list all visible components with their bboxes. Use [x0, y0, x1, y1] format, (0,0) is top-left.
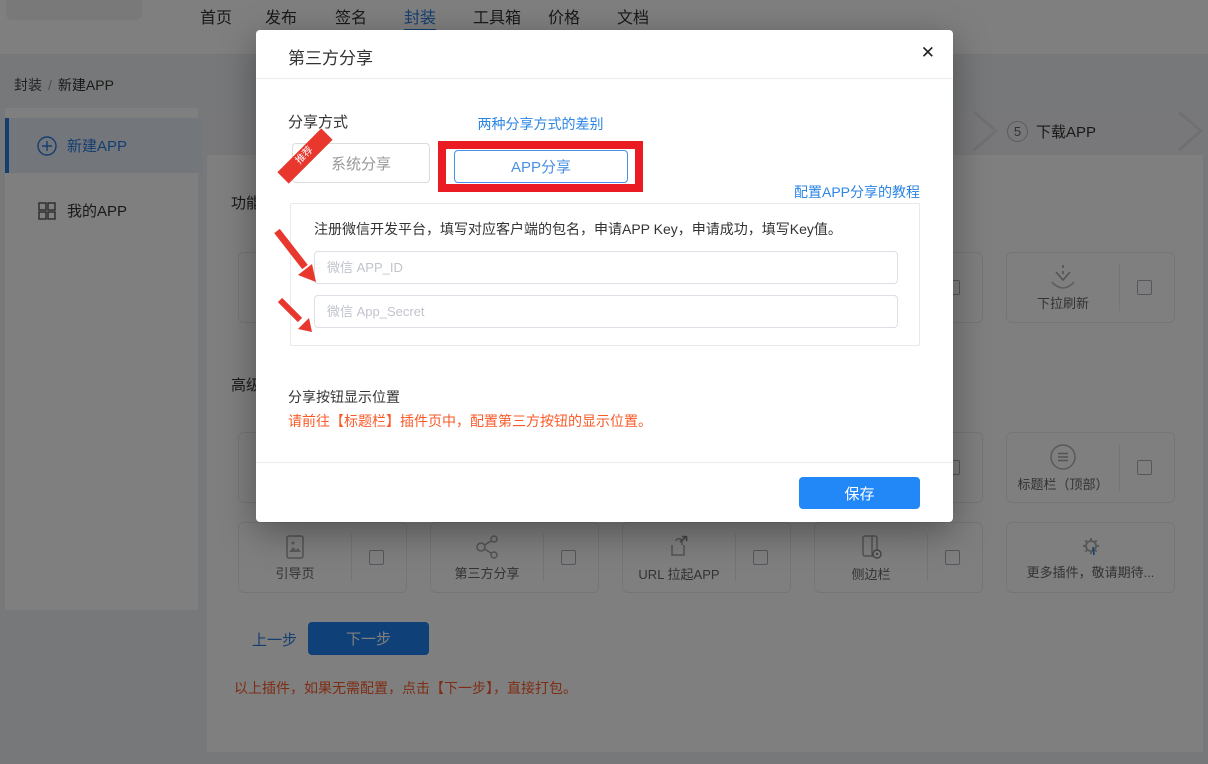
close-icon[interactable]: ✕ — [921, 43, 935, 63]
tab-label: 系统分享 — [331, 156, 391, 173]
wechat-config-instruction: 注册微信开发平台，填写对应客户端的包名，申请APP Key，申请成功，填写Key… — [314, 219, 842, 239]
divider — [256, 78, 953, 79]
tab-system-share[interactable]: 系统分享 推荐 — [292, 143, 430, 183]
divider — [256, 462, 953, 463]
wechat-appid-input[interactable] — [314, 251, 898, 284]
share-method-label: 分享方式 — [288, 111, 348, 132]
wechat-appsecret-input[interactable] — [314, 295, 898, 328]
dialog-title: 第三方分享 — [288, 44, 373, 69]
share-button-position-label: 分享按钮显示位置 — [288, 387, 400, 407]
third-party-share-dialog: 第三方分享 ✕ 分享方式 两种分享方式的差别 系统分享 推荐 APP分享 配置A… — [256, 30, 953, 522]
tab-app-share[interactable]: APP分享 — [454, 150, 628, 183]
share-method-diff-link[interactable]: 两种分享方式的差别 — [438, 114, 643, 134]
app-window: 首页 发布 签名 封装 工具箱 价格 文档 封装/新建APP 新建APP 我的A… — [0, 0, 1208, 764]
wechat-config-panel: 注册微信开发平台，填写对应客户端的包名，申请APP Key，申请成功，填写Key… — [290, 203, 920, 346]
app-share-tutorial-link[interactable]: 配置APP分享的教程 — [794, 182, 920, 202]
share-button-position-note: 请前往【标题栏】插件页中，配置第三方按钮的显示位置。 — [288, 411, 652, 431]
recommended-ribbon: 推荐 — [277, 128, 332, 183]
save-button[interactable]: 保存 — [799, 477, 920, 509]
